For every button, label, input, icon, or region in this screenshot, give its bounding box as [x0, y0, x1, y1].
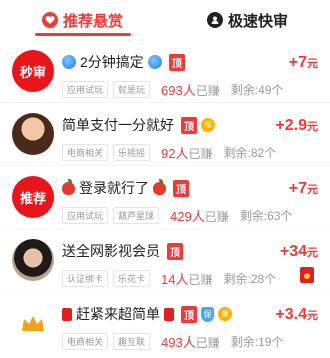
task-row[interactable]: 秒审 2分钟搞定 顶 应用试玩 就是玩 693人已赚 剩余:49个 +7元 — [0, 40, 330, 103]
task-title: 2分钟搞定 顶 — [62, 52, 185, 72]
avatar-label: 推荐 — [19, 190, 46, 206]
active-tab-underline — [34, 33, 131, 36]
reward-amount: +2.9元 — [275, 117, 318, 135]
reward-unit: 元 — [307, 184, 318, 196]
apple-icon — [153, 178, 166, 195]
reward-unit: 元 — [307, 58, 318, 70]
reward-amount: +7元 — [289, 180, 318, 198]
task-title: 登录就行了 顶 — [62, 178, 189, 198]
earned-count: 693人已赚 — [161, 80, 220, 99]
reward-unit: 元 — [307, 121, 318, 133]
guarantee-coin-icon: 保 — [218, 307, 232, 321]
apple-icon — [62, 178, 75, 195]
top-badge: 顶 — [168, 53, 185, 71]
category-tag: 应用试玩 — [62, 81, 109, 98]
task-title: 送全网影视会员 顶 — [62, 241, 183, 261]
top-badge: 顶 — [181, 116, 197, 134]
reward-value: +7 — [288, 54, 307, 71]
tab-fast-review[interactable]: 极速快审 — [165, 0, 330, 40]
task-row[interactable]: 推荐 登录就行了 顶 应用试玩 葫芦星球 429人已赚 剩余:63个 +7元 — [0, 166, 330, 229]
reward-amount: +7元 — [289, 54, 318, 72]
task-title-text: 登录就行了 — [79, 180, 149, 196]
earned-suffix: 已赚 — [204, 210, 229, 224]
task-title-text: 赶紧来超简单 — [76, 306, 160, 322]
avatar — [12, 302, 54, 344]
earned-count: 493人已赚 — [161, 332, 220, 351]
merchant-tag: 乐花卡 — [113, 270, 151, 287]
avatar — [12, 239, 54, 281]
task-row[interactable]: 简单支付一分就好 顶 保 电商相关 乐摇摇 92人已赚 剩余:82个 +2.9元 — [0, 103, 330, 166]
earned-number: 429人 — [170, 209, 205, 224]
crown-icon — [22, 316, 44, 331]
guarantee-shield-icon: 保 — [201, 306, 214, 322]
earned-number: 92人 — [161, 146, 189, 161]
reward-amount: +3.4元 — [275, 306, 318, 324]
reward-value: +34 — [279, 243, 307, 260]
reward-value: +3.4 — [275, 306, 307, 323]
remaining-count: 剩余:63个 — [239, 209, 293, 223]
task-row[interactable]: 送全网影视会员 顶 认证绑卡 乐花卡 14人已赚 剩余:28个 +34元 — [0, 229, 330, 292]
merchant-tag: 乐摇摇 — [113, 144, 151, 161]
blue-circle-icon — [62, 55, 76, 69]
avatar: 秒审 — [12, 50, 54, 92]
red-envelope-icon — [300, 267, 314, 283]
person-icon — [206, 12, 223, 28]
earned-number: 14人 — [161, 272, 189, 287]
task-meta: 电商相关 乐摇摇 92人已赚 剩余:82个 — [62, 143, 276, 162]
earned-suffix: 已赚 — [195, 336, 220, 350]
remaining-count: 剩余:49个 — [230, 83, 284, 97]
task-title-text: 简单支付一分就好 — [62, 117, 174, 133]
task-title: 赶紧来超简单 顶 保 保 — [62, 304, 232, 324]
reward-value: +7 — [288, 180, 307, 197]
task-title: 简单支付一分就好 顶 保 — [62, 115, 215, 135]
earned-suffix: 已赚 — [188, 273, 213, 287]
earned-count: 92人已赚 — [161, 143, 212, 162]
category-tag: 电商相关 — [62, 144, 109, 161]
tab-label: 极速快审 — [227, 12, 288, 30]
remaining-count: 剩余:28个 — [223, 272, 277, 286]
avatar — [12, 113, 54, 155]
earned-number: 693人 — [161, 83, 196, 98]
tab-recommended-bounty[interactable]: 推荐悬赏 — [0, 0, 165, 40]
top-badge: 顶 — [181, 305, 197, 323]
earned-count: 14人已赚 — [161, 269, 212, 288]
merchant-tag: 就是玩 — [113, 81, 151, 98]
task-title-text: 2分钟搞定 — [80, 54, 144, 70]
heart-icon — [41, 12, 58, 28]
tab-bar: 推荐悬赏 极速快审 — [0, 0, 330, 40]
earned-number: 493人 — [161, 335, 196, 350]
task-meta: 认证绑卡 乐花卡 14人已赚 剩余:28个 — [62, 269, 276, 288]
task-row[interactable]: 赶紧来超简单 顶 保 保 电商相关 趣互联 493人已赚 剩余:19个 +3.4… — [0, 292, 330, 358]
task-meta: 电商相关 趣互联 493人已赚 剩余:19个 — [62, 332, 283, 351]
earned-count: 429人已赚 — [170, 206, 229, 225]
task-list: 秒审 2分钟搞定 顶 应用试玩 就是玩 693人已赚 剩余:49个 +7元 简单… — [0, 40, 330, 358]
category-tag: 电商相关 — [62, 333, 109, 350]
red-envelope-icon — [62, 307, 72, 321]
tab-label: 推荐悬赏 — [62, 12, 123, 30]
avatar-label: 秒审 — [19, 64, 46, 80]
reward-value: +2.9 — [275, 117, 307, 134]
earned-suffix: 已赚 — [195, 84, 220, 98]
reward-amount: +34元 — [280, 243, 318, 261]
top-badge: 顶 — [173, 179, 189, 197]
top-badge: 顶 — [167, 242, 183, 260]
remaining-count: 剩余:82个 — [223, 146, 277, 160]
red-envelope-icon — [164, 307, 174, 321]
guarantee-coin-icon: 保 — [201, 118, 215, 132]
category-tag: 应用试玩 — [62, 207, 109, 224]
reward-unit: 元 — [307, 310, 318, 322]
category-tag: 认证绑卡 — [62, 270, 109, 287]
remaining-count: 剩余:19个 — [230, 335, 284, 349]
task-meta: 应用试玩 葫芦星球 429人已赚 剩余:63个 — [62, 206, 292, 225]
avatar: 推荐 — [12, 176, 54, 218]
task-meta: 应用试玩 就是玩 693人已赚 剩余:49个 — [62, 80, 283, 99]
blue-circle-icon — [147, 55, 162, 69]
merchant-tag: 趣互联 — [113, 333, 151, 350]
merchant-tag: 葫芦星球 — [113, 207, 160, 224]
task-title-text: 送全网影视会员 — [62, 243, 160, 259]
reward-unit: 元 — [307, 247, 318, 259]
earned-suffix: 已赚 — [188, 147, 213, 161]
